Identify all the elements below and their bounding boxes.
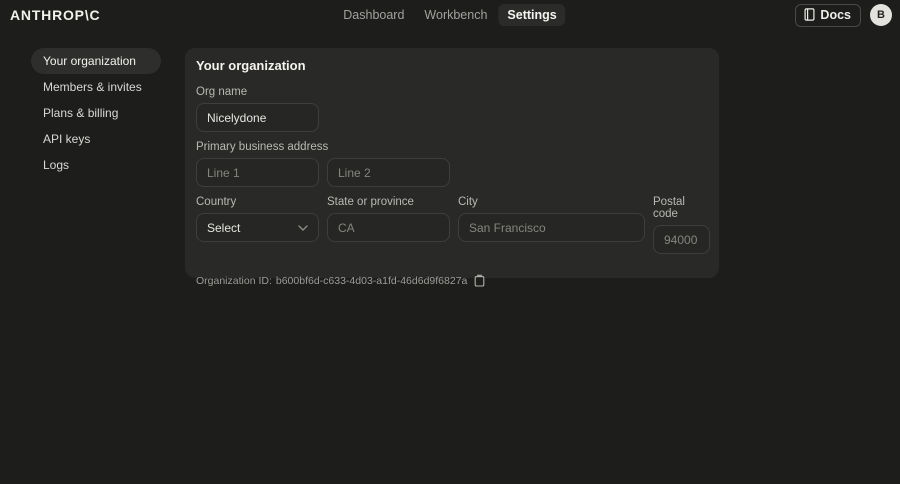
book-icon bbox=[804, 8, 815, 21]
org-name-input[interactable] bbox=[196, 103, 319, 132]
nav-workbench[interactable]: Workbench bbox=[415, 4, 496, 26]
organization-id-row: Organization ID: b600bf6d-c633-4d03-a1fd… bbox=[196, 274, 708, 287]
sidebar-item-api-keys[interactable]: API keys bbox=[31, 126, 161, 152]
address-line1-input[interactable] bbox=[196, 158, 319, 187]
main-nav: Dashboard Workbench Settings bbox=[334, 0, 566, 30]
chevron-down-icon bbox=[298, 224, 308, 231]
top-bar: ANTHROP\C Dashboard Workbench Settings D… bbox=[0, 0, 900, 30]
copy-icon[interactable] bbox=[474, 274, 485, 287]
address-row bbox=[196, 158, 708, 187]
organization-id-value: b600bf6d-c633-4d03-a1fd-46d6d9f6827a bbox=[275, 274, 468, 287]
address-line2-input[interactable] bbox=[327, 158, 450, 187]
header-right: Docs B bbox=[795, 3, 892, 27]
postal-code-input[interactable] bbox=[653, 225, 710, 254]
page-content: Your organization Members & invites Plan… bbox=[0, 30, 900, 287]
country-label: Country bbox=[196, 196, 237, 208]
sidebar-item-your-organization[interactable]: Your organization bbox=[31, 48, 161, 74]
settings-sidebar: Your organization Members & invites Plan… bbox=[31, 48, 161, 178]
city-input[interactable] bbox=[458, 213, 645, 242]
anthropic-logo: ANTHROP\C bbox=[10, 7, 101, 23]
organization-panel: Your organization Org name Primary busin… bbox=[185, 48, 719, 287]
city-label: City bbox=[458, 196, 478, 208]
state-input[interactable] bbox=[327, 213, 450, 242]
country-select-value: Select bbox=[207, 220, 241, 235]
country-select[interactable]: Select bbox=[196, 213, 319, 242]
sidebar-item-plans-billing[interactable]: Plans & billing bbox=[31, 100, 161, 126]
address-label: Primary business address bbox=[196, 141, 329, 153]
nav-settings[interactable]: Settings bbox=[498, 4, 566, 26]
locale-row: Country Select State or province City bbox=[196, 196, 710, 254]
docs-button[interactable]: Docs bbox=[795, 3, 861, 27]
docs-button-label: Docs bbox=[820, 7, 851, 22]
nav-dashboard[interactable]: Dashboard bbox=[334, 4, 413, 26]
org-name-label: Org name bbox=[196, 86, 248, 98]
sidebar-item-members-invites[interactable]: Members & invites bbox=[31, 74, 161, 100]
sidebar-item-logs[interactable]: Logs bbox=[31, 152, 161, 178]
postal-code-label: Postal code bbox=[653, 196, 685, 220]
organization-id-label: Organization ID: bbox=[196, 274, 272, 287]
user-avatar[interactable]: B bbox=[870, 4, 892, 26]
state-label: State or province bbox=[327, 196, 414, 208]
page-title: Your organization bbox=[196, 58, 306, 73]
